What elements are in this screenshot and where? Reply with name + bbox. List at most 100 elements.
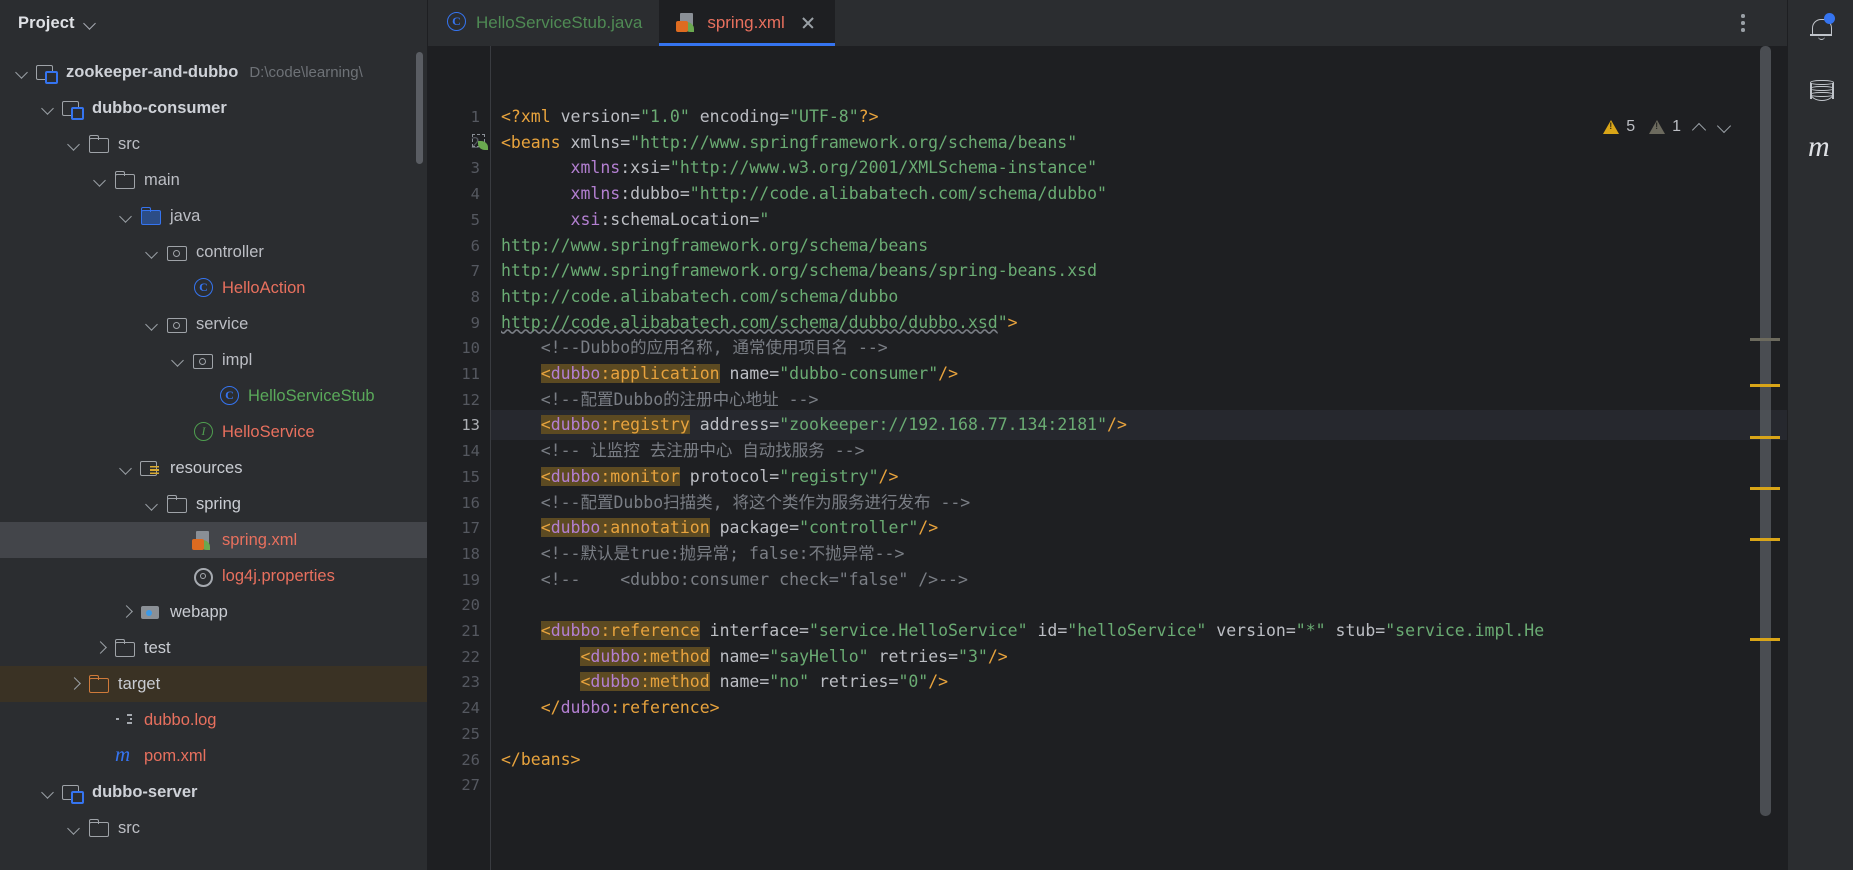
tree-item-label: webapp [170,602,228,621]
folder-icon [88,818,109,839]
warning-count: 5 [1626,118,1636,135]
stripe-marker-warn[interactable] [1750,638,1780,641]
spring-xml-icon [676,12,698,34]
line-number: 27 [461,776,480,795]
tree-item-zookeeper-and-dubbo[interactable]: zookeeper-and-dubbo D:\code\learning\ [0,54,427,90]
maven-m-icon: m [1808,130,1830,163]
database-button[interactable] [1788,62,1853,124]
chevron-down-icon[interactable] [118,460,134,476]
tree-item-controller[interactable]: controller [0,234,427,270]
chevron-down-icon[interactable] [66,820,82,836]
more-options-icon[interactable] [1733,13,1753,33]
chevron-down-icon[interactable] [84,17,97,30]
ide-window: Project zookeeper-and-dubbo D:\code\learn… [0,0,1853,870]
tree-item-label: test [144,638,171,657]
maven-button[interactable]: m [1788,124,1853,186]
tree-item-label: resources [170,458,243,477]
tree-item-label: spring [196,494,241,513]
project-panel-header: Project [0,0,427,46]
right-tool-rail: m [1787,0,1853,870]
stripe-marker-info[interactable] [1750,338,1780,341]
chevron-down-icon[interactable] [14,64,30,80]
chevron-down-icon[interactable] [170,352,186,368]
tree-item-label: main [144,170,180,189]
webapp-folder-icon [140,602,161,623]
chevron-right-icon[interactable] [118,604,134,620]
tree-item-label: src [118,134,140,153]
tree-item-resources[interactable]: resources [0,450,427,486]
tree-item-label: spring.xml [222,530,298,549]
warning-triangle-icon [1603,120,1620,134]
module-folder-icon [36,62,58,84]
chevron-down-icon[interactable] [40,100,56,116]
code-content[interactable]: <?xml version="1.0" encoding="UTF-8"?> <b… [491,46,1787,870]
tree-item-src[interactable]: src [0,126,427,162]
tree-item-label: HelloService [222,422,315,441]
source-folder-icon [140,206,161,227]
stripe-marker-warn[interactable] [1750,487,1780,490]
notifications-button[interactable] [1788,0,1853,62]
tree-item-HelloService[interactable]: HelloService [0,414,427,450]
tree-item-dubbo.log[interactable]: dubbo.log [0,702,427,738]
tree-item-src2[interactable]: src [0,810,427,846]
tree-item-label: target [118,674,161,693]
chevron-down-icon[interactable] [1716,120,1731,135]
spring-bean-gutter-icon[interactable] [472,133,490,152]
tree-item-impl[interactable]: impl [0,342,427,378]
log-file-icon [114,710,135,731]
chevron-down-icon[interactable] [144,244,160,260]
editor-gutter[interactable]: 1 2 3 4 5 6 7 8 9 10 11 12 13 14 15 16 17 18 19 20 21 22 23 24 2… [428,46,490,870]
tab-spring-xml[interactable]: spring.xml [659,0,836,46]
tree-item-dubbo-server[interactable]: dubbo-server [0,774,427,810]
java-class-icon [445,12,467,34]
project-tool-window: Project zookeeper-and-dubbo D:\code\learn… [0,0,428,870]
tree-item-label: controller [196,242,264,261]
tree-item-dubbo-consumer[interactable]: dubbo-consumer [0,90,427,126]
chevron-down-icon[interactable] [144,316,160,332]
tree-item-java[interactable]: java [0,198,427,234]
chevron-down-icon[interactable] [144,496,160,512]
editor-vertical-scrollbar[interactable] [1760,46,1771,816]
tree-item-HelloServiceStub[interactable]: HelloServiceStub [0,378,427,414]
chevron-down-icon[interactable] [118,208,134,224]
tab-HelloServiceStub-java[interactable]: HelloServiceStub.java [428,0,659,46]
tree-item-pom.xml[interactable]: pom.xml [0,738,427,774]
chevron-right-icon[interactable] [66,676,82,692]
editor-body[interactable]: 5 1 123456789101112131415161718192021222… [428,46,1787,870]
stripe-marker-warn[interactable] [1750,538,1780,541]
inspections-widget[interactable]: 5 1 [1603,118,1731,136]
chevron-right-icon[interactable] [92,640,108,656]
tree-item-target[interactable]: target [0,666,427,702]
project-panel-scrollbar[interactable] [416,52,423,164]
folder-icon [166,494,187,515]
code-line-27[interactable] [491,770,1787,800]
stripe-marker-warn[interactable] [1750,436,1780,439]
chevron-down-icon[interactable] [66,136,82,152]
tree-item-service[interactable]: service [0,306,427,342]
tree-item-webapp[interactable]: webapp [0,594,427,630]
tree-item-label: dubbo.log [144,710,217,729]
tree-item-HelloAction[interactable]: HelloAction [0,270,427,306]
tree-item-label: HelloServiceStub [248,386,375,405]
tree-item-path: D:\code\learning\ [249,63,363,81]
chevron-down-icon[interactable] [40,784,56,800]
chevron-down-icon[interactable] [92,172,108,188]
tree-item-log4j.properties[interactable]: log4j.properties [0,558,427,594]
tree-item-label: log4j.properties [222,566,335,585]
tree-item-test[interactable]: test [0,630,427,666]
panel-title: Project [18,13,75,32]
close-icon[interactable] [798,13,818,33]
stripe-marker-warn[interactable] [1750,384,1780,387]
tree-item-spring[interactable]: spring [0,486,427,522]
tree-item-main[interactable]: main [0,162,427,198]
folder-icon [114,170,135,191]
package-icon [166,242,187,263]
project-tree[interactable]: zookeeper-and-dubbo D:\code\learning\ dubb… [0,46,427,846]
chevron-up-icon[interactable] [1691,120,1706,135]
tree-item-label: java [170,206,201,225]
tree-item-spring.xml[interactable]: spring.xml [0,522,427,558]
